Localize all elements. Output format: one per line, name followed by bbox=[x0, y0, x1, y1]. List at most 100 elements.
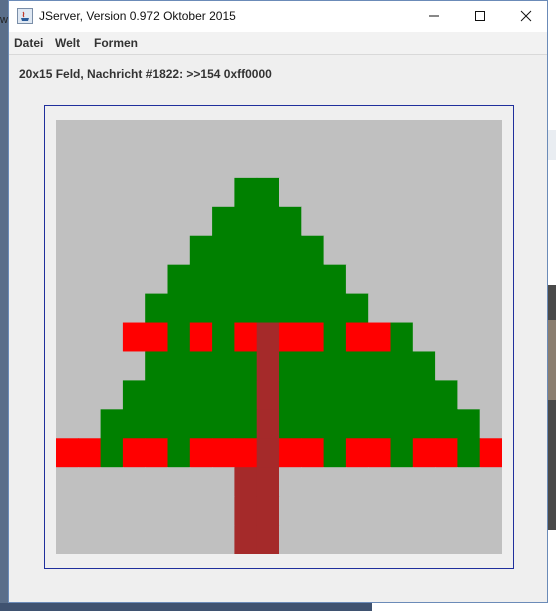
empty-cell[interactable] bbox=[323, 177, 347, 208]
red-cell[interactable] bbox=[189, 322, 213, 353]
empty-cell[interactable] bbox=[435, 148, 458, 179]
green-cell[interactable] bbox=[234, 351, 258, 381]
empty-cell[interactable] bbox=[479, 380, 502, 410]
empty-cell[interactable] bbox=[323, 467, 347, 497]
empty-cell[interactable] bbox=[390, 148, 414, 179]
trunk-cell[interactable] bbox=[256, 438, 280, 468]
green-cell[interactable] bbox=[234, 409, 258, 439]
green-cell[interactable] bbox=[212, 351, 235, 381]
green-cell[interactable] bbox=[212, 322, 235, 353]
empty-cell[interactable] bbox=[212, 496, 235, 526]
empty-cell[interactable] bbox=[78, 206, 102, 237]
green-cell[interactable] bbox=[301, 235, 325, 266]
empty-cell[interactable] bbox=[100, 496, 124, 526]
green-cell[interactable] bbox=[167, 409, 191, 439]
red-cell[interactable] bbox=[145, 322, 169, 353]
empty-cell[interactable] bbox=[412, 177, 436, 208]
empty-cell[interactable] bbox=[56, 235, 79, 266]
trunk-cell[interactable] bbox=[256, 409, 280, 439]
green-cell[interactable] bbox=[368, 351, 392, 381]
trunk-cell[interactable] bbox=[256, 351, 280, 381]
trunk-cell[interactable] bbox=[256, 322, 280, 353]
empty-cell[interactable] bbox=[368, 148, 392, 179]
empty-cell[interactable] bbox=[122, 177, 146, 208]
empty-cell[interactable] bbox=[435, 206, 458, 237]
empty-cell[interactable] bbox=[479, 264, 502, 295]
green-cell[interactable] bbox=[145, 380, 169, 410]
red-cell[interactable] bbox=[122, 322, 146, 353]
red-cell[interactable] bbox=[234, 322, 258, 353]
empty-cell[interactable] bbox=[457, 351, 481, 381]
empty-cell[interactable] bbox=[412, 148, 436, 179]
green-cell[interactable] bbox=[323, 351, 347, 381]
empty-cell[interactable] bbox=[435, 496, 458, 526]
empty-cell[interactable] bbox=[100, 235, 124, 266]
empty-cell[interactable] bbox=[390, 177, 414, 208]
green-cell[interactable] bbox=[457, 438, 481, 468]
empty-cell[interactable] bbox=[345, 525, 369, 554]
empty-cell[interactable] bbox=[189, 525, 213, 554]
empty-cell[interactable] bbox=[100, 148, 124, 179]
empty-cell[interactable] bbox=[100, 351, 124, 381]
green-cell[interactable] bbox=[234, 293, 258, 324]
empty-cell[interactable] bbox=[479, 177, 502, 208]
green-cell[interactable] bbox=[212, 206, 235, 237]
empty-cell[interactable] bbox=[56, 293, 79, 324]
red-cell[interactable] bbox=[368, 322, 392, 353]
empty-cell[interactable] bbox=[412, 235, 436, 266]
empty-cell[interactable] bbox=[279, 496, 302, 526]
empty-cell[interactable] bbox=[435, 235, 458, 266]
empty-cell[interactable] bbox=[345, 148, 369, 179]
green-cell[interactable] bbox=[212, 264, 235, 295]
green-cell[interactable] bbox=[301, 293, 325, 324]
empty-cell[interactable] bbox=[412, 496, 436, 526]
green-cell[interactable] bbox=[390, 351, 414, 381]
empty-cell[interactable] bbox=[56, 496, 79, 526]
empty-cell[interactable] bbox=[78, 235, 102, 266]
empty-cell[interactable] bbox=[345, 467, 369, 497]
green-cell[interactable] bbox=[279, 264, 302, 295]
empty-cell[interactable] bbox=[301, 206, 325, 237]
empty-cell[interactable] bbox=[368, 120, 392, 150]
empty-cell[interactable] bbox=[457, 235, 481, 266]
green-cell[interactable] bbox=[390, 322, 414, 353]
empty-cell[interactable] bbox=[390, 235, 414, 266]
green-cell[interactable] bbox=[256, 264, 280, 295]
green-cell[interactable] bbox=[323, 438, 347, 468]
green-cell[interactable] bbox=[167, 438, 191, 468]
empty-cell[interactable] bbox=[100, 206, 124, 237]
empty-cell[interactable] bbox=[145, 525, 169, 554]
empty-cell[interactable] bbox=[345, 496, 369, 526]
empty-cell[interactable] bbox=[301, 496, 325, 526]
empty-cell[interactable] bbox=[323, 206, 347, 237]
empty-cell[interactable] bbox=[301, 525, 325, 554]
empty-cell[interactable] bbox=[457, 264, 481, 295]
empty-cell[interactable] bbox=[78, 496, 102, 526]
empty-cell[interactable] bbox=[212, 467, 235, 497]
trunk-cell[interactable] bbox=[256, 525, 280, 554]
empty-cell[interactable] bbox=[368, 264, 392, 295]
empty-cell[interactable] bbox=[212, 148, 235, 179]
empty-cell[interactable] bbox=[435, 264, 458, 295]
trunk-cell[interactable] bbox=[234, 525, 258, 554]
trunk-cell[interactable] bbox=[256, 496, 280, 526]
empty-cell[interactable] bbox=[167, 120, 191, 150]
empty-cell[interactable] bbox=[56, 351, 79, 381]
green-cell[interactable] bbox=[100, 438, 124, 468]
empty-cell[interactable] bbox=[412, 467, 436, 497]
empty-cell[interactable] bbox=[368, 467, 392, 497]
empty-cell[interactable] bbox=[78, 380, 102, 410]
red-cell[interactable] bbox=[212, 438, 235, 468]
empty-cell[interactable] bbox=[56, 409, 79, 439]
green-cell[interactable] bbox=[212, 380, 235, 410]
empty-cell[interactable] bbox=[412, 206, 436, 237]
empty-cell[interactable] bbox=[189, 177, 213, 208]
maximize-button[interactable] bbox=[457, 1, 503, 31]
title-bar[interactable]: JServer, Version 0.972 Oktober 2015 bbox=[9, 1, 547, 32]
green-cell[interactable] bbox=[256, 177, 280, 208]
green-cell[interactable] bbox=[412, 380, 436, 410]
trunk-cell[interactable] bbox=[234, 496, 258, 526]
green-cell[interactable] bbox=[323, 264, 347, 295]
empty-cell[interactable] bbox=[457, 293, 481, 324]
empty-cell[interactable] bbox=[122, 120, 146, 150]
